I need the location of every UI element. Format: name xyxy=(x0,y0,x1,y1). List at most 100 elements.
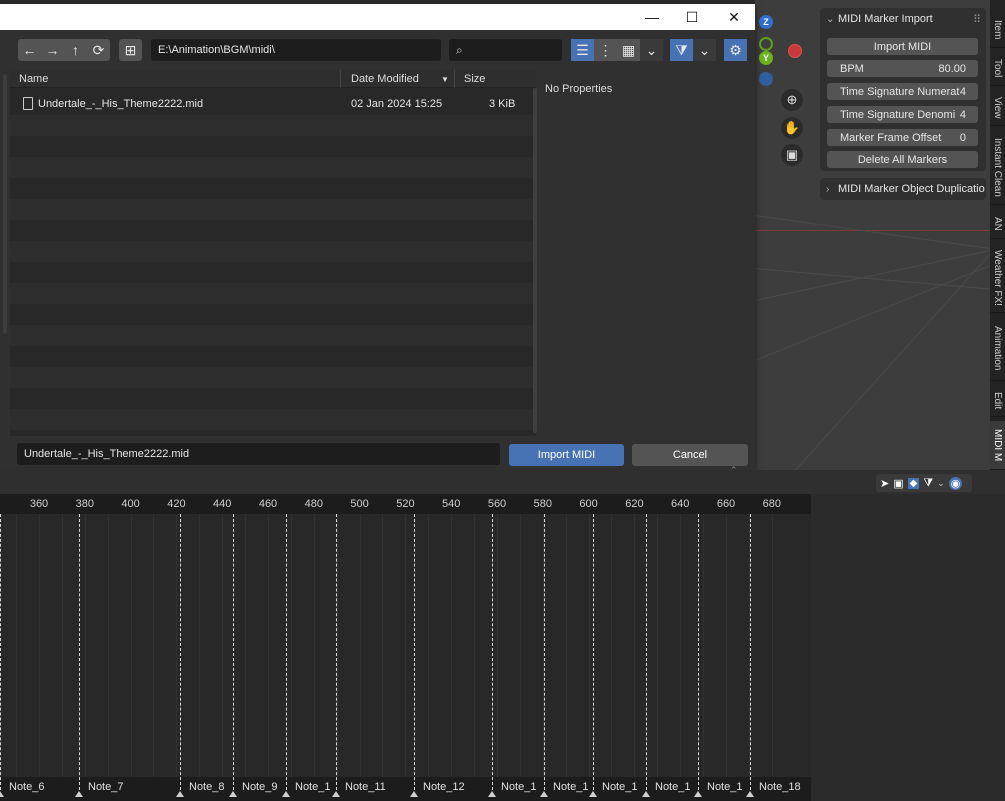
column-size-header[interactable]: Size xyxy=(464,73,485,85)
tab-edit[interactable]: Edit xyxy=(990,385,1005,417)
marker-label[interactable]: Note_1 xyxy=(655,781,690,793)
marker-triangle-icon[interactable] xyxy=(694,791,702,797)
frame-tick-label: 480 xyxy=(304,498,323,510)
marker-triangle-icon[interactable] xyxy=(410,791,418,797)
tab-view[interactable]: View xyxy=(990,90,1005,126)
column-date-header[interactable]: Date Modified xyxy=(351,73,419,85)
marker-label[interactable]: Note_1 xyxy=(501,781,536,793)
thumbnails-icon[interactable]: ▦ xyxy=(617,39,640,61)
camera-icon[interactable]: ▣ xyxy=(781,144,803,166)
vertical-list-icon[interactable]: ☰ xyxy=(571,39,594,61)
tab-instant-clean[interactable]: Instant Clean xyxy=(990,130,1005,205)
new-folder-icon[interactable]: ⊞ xyxy=(119,39,142,61)
marker-label[interactable]: Note_18 xyxy=(759,781,801,793)
marker-frame-offset-field[interactable]: Marker Frame Offset 0 xyxy=(827,129,978,146)
marker-label[interactable]: Note_1 xyxy=(295,781,330,793)
refresh-icon[interactable]: ⟳ xyxy=(87,39,110,61)
marker-triangle-icon[interactable] xyxy=(75,791,83,797)
marker-triangle-icon[interactable] xyxy=(229,791,237,797)
drag-handle-icon[interactable]: ⠿ xyxy=(973,13,981,26)
marker-label[interactable]: Note_1 xyxy=(602,781,637,793)
bpm-field[interactable]: BPM 80.00 xyxy=(827,60,978,77)
filter-icon[interactable]: ⧩ xyxy=(923,477,933,490)
tab-midi-marker[interactable]: MIDI M xyxy=(990,421,1005,470)
pan-hand-icon[interactable]: ✋ xyxy=(781,117,803,139)
marker-label[interactable]: Note_1 xyxy=(707,781,742,793)
column-name-header[interactable]: Name xyxy=(19,73,48,85)
frame-ruler[interactable]: 360 380 400 420 440 460 480 500 520 540 560 580 600 6… xyxy=(0,494,811,514)
column-divider[interactable] xyxy=(340,70,341,88)
tab-animation[interactable]: Animation xyxy=(990,317,1005,381)
proportional-editing-icon[interactable]: ◉ xyxy=(948,476,963,490)
left-scrollbar[interactable] xyxy=(3,74,7,334)
close-window-button[interactable]: ✕ xyxy=(714,4,754,30)
marker-label[interactable]: Note_9 xyxy=(242,781,277,793)
window-titlebar[interactable]: — ☐ ✕ xyxy=(0,4,755,30)
marker-triangle-icon[interactable] xyxy=(540,791,548,797)
maximize-button[interactable]: ☐ xyxy=(672,4,712,30)
filter-chevron-icon[interactable]: ⌄ xyxy=(937,478,945,489)
time-signature-denominator-field[interactable]: Time Signature Denomi 4 xyxy=(827,106,978,123)
gizmo-neg-y-axis[interactable] xyxy=(759,37,773,51)
filter-icon[interactable]: ⧩ xyxy=(670,39,693,61)
filter-dropdown-chevron-icon[interactable]: ⌄ xyxy=(693,39,716,61)
file-toolbar: ← → ↑ ⟳ ⊞ E:\Animation\BGM\midi\ ⌕ ☰ ⋮ ▦… xyxy=(0,30,755,70)
marker-label[interactable]: Note_11 xyxy=(345,781,386,793)
marker-label[interactable]: Note_12 xyxy=(423,781,465,793)
gizmo-x-axis[interactable] xyxy=(788,44,802,58)
path-input[interactable]: E:\Animation\BGM\midi\ xyxy=(151,39,441,61)
cancel-button[interactable]: Cancel xyxy=(632,444,748,466)
marker-label[interactable]: Note_1 xyxy=(553,781,588,793)
sort-descending-icon[interactable]: ▼ xyxy=(441,75,449,84)
bpm-value: 80.00 xyxy=(938,62,966,75)
forward-arrow-icon[interactable]: → xyxy=(41,39,64,61)
tab-tool[interactable]: Tool xyxy=(990,52,1005,86)
display-dropdown-chevron-icon[interactable]: ⌄ xyxy=(640,39,663,61)
parent-directory-icon[interactable]: ↑ xyxy=(64,39,87,61)
filename-input[interactable]: Undertale_-_His_Theme2222.mid xyxy=(17,443,500,465)
frame-tick-label: 640 xyxy=(671,498,690,510)
navigation-group: ← → ↑ ⟳ xyxy=(18,39,110,61)
delete-all-markers-button[interactable]: Delete All Markers xyxy=(827,151,978,168)
frame-grid-line xyxy=(428,514,430,777)
tab-item[interactable]: Item xyxy=(990,12,1005,48)
minimize-button[interactable]: — xyxy=(632,4,672,30)
back-arrow-icon[interactable]: ← xyxy=(18,39,41,61)
column-divider[interactable] xyxy=(454,70,455,88)
new-folder-group: ⊞ xyxy=(119,39,142,61)
file-list-scrollbar[interactable] xyxy=(533,88,537,433)
tab-weather-fx[interactable]: Weather FX! xyxy=(990,243,1005,313)
frame-grid-line xyxy=(474,514,475,777)
midi-marker-object-duplication-panel[interactable]: › MIDI Marker Object Duplicatio xyxy=(820,178,986,200)
marker-label[interactable]: Note_8 xyxy=(189,781,224,793)
marker-triangle-icon[interactable] xyxy=(642,791,650,797)
import-midi-button[interactable]: Import MIDI xyxy=(509,444,624,466)
import-midi-panel-button[interactable]: Import MIDI xyxy=(827,38,978,55)
marker-triangle-icon[interactable] xyxy=(0,791,4,797)
marker-label[interactable]: Note_7 xyxy=(88,781,123,793)
panel-header[interactable]: › MIDI Marker Object Duplicatio xyxy=(820,178,986,200)
tab-an[interactable]: AN xyxy=(990,209,1005,239)
frame-grid-line xyxy=(611,514,613,777)
horizontal-list-icon[interactable]: ⋮ xyxy=(594,39,617,61)
gizmo-z-axis[interactable]: Z xyxy=(759,15,773,29)
dialog-bottom-bar: Undertale_-_His_Theme2222.mid Import MID… xyxy=(0,436,755,475)
search-input[interactable]: ⌕ xyxy=(449,39,562,61)
zoom-icon[interactable]: ⊕ xyxy=(781,89,803,111)
file-row[interactable]: Undertale_-_His_Theme2222.mid 02 Jan 202… xyxy=(10,94,536,115)
panel-header[interactable]: ⌄ MIDI Marker Import ⠿ xyxy=(820,8,986,30)
only-selected-icon[interactable]: ◆ xyxy=(907,477,920,489)
marker-triangle-icon[interactable] xyxy=(282,791,290,797)
gizmo-y-axis[interactable]: Y xyxy=(759,51,773,65)
marker-triangle-icon[interactable] xyxy=(176,791,184,797)
gizmo-neg-z-axis[interactable] xyxy=(759,72,773,86)
marker-triangle-icon[interactable] xyxy=(589,791,597,797)
time-signature-numerator-field[interactable]: Time Signature Numerat 4 xyxy=(827,83,978,100)
box-select-icon[interactable]: ▣ xyxy=(893,477,903,490)
marker-label[interactable]: Note_6 xyxy=(9,781,44,793)
marker-triangle-icon[interactable] xyxy=(488,791,496,797)
select-cursor-icon[interactable]: ➤ xyxy=(880,477,889,490)
gear-icon[interactable]: ⚙ xyxy=(724,39,747,61)
marker-triangle-icon[interactable] xyxy=(332,791,340,797)
marker-triangle-icon[interactable] xyxy=(746,791,754,797)
